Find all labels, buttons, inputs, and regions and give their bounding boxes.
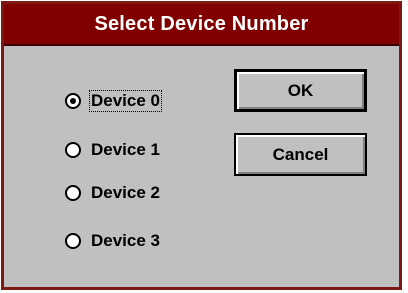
radio-label: Device 2 (91, 183, 160, 202)
radio-label: Device 1 (91, 140, 160, 159)
dialog-body: Device 0 Device 1 Device 2 Device 3 OK C… (4, 46, 399, 288)
select-device-dialog: Select Device Number Device 0 Device 1 D… (1, 1, 402, 290)
radio-button-selected-icon[interactable] (65, 93, 81, 109)
title-bar[interactable]: Select Device Number (4, 4, 399, 46)
radio-option-device-1[interactable]: Device 1 (65, 140, 161, 160)
radio-button-icon[interactable] (65, 233, 81, 249)
radio-option-device-2[interactable]: Device 2 (65, 183, 161, 203)
radio-option-device-3[interactable]: Device 3 (65, 231, 161, 251)
radio-option-device-0[interactable]: Device 0 (65, 90, 162, 112)
cancel-button[interactable]: Cancel (234, 133, 367, 176)
ok-button[interactable]: OK (234, 69, 367, 112)
radio-button-icon[interactable] (65, 185, 81, 201)
dialog-title: Select Device Number (94, 12, 309, 35)
radio-label: Device 0 (89, 90, 162, 112)
radio-button-icon[interactable] (65, 142, 81, 158)
radio-label: Device 3 (91, 231, 160, 250)
